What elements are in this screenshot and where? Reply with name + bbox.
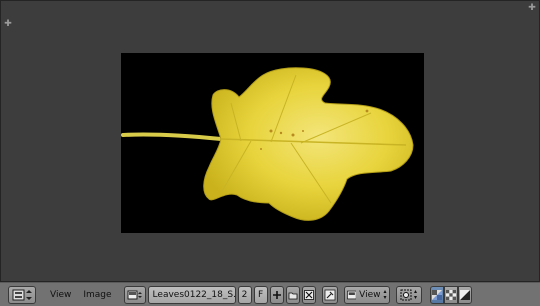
- folder-icon: [288, 292, 297, 299]
- chevron-updown-icon: ▴ ▾: [383, 287, 387, 301]
- image-users-count[interactable]: 2: [237, 285, 252, 304]
- pin-button[interactable]: [321, 285, 338, 304]
- rgb-alpha-icon: [431, 289, 442, 300]
- pin-icon: [324, 289, 335, 300]
- menu-view[interactable]: View: [44, 290, 77, 300]
- view-mode-dropdown[interactable]: View ▴ ▾: [343, 285, 390, 304]
- area-split-plus-icon[interactable]: ✚: [3, 19, 13, 29]
- chevron-updown-icon: ▴ ▾: [414, 287, 418, 301]
- editor-type-button[interactable]: [8, 285, 36, 304]
- draw-alpha-button[interactable]: [443, 285, 458, 304]
- image-name-field[interactable]: Leaves0122_18_S...: [147, 285, 236, 304]
- draw-z-buffer-button[interactable]: [457, 285, 472, 304]
- x-icon: [303, 289, 314, 300]
- draw-rgb-alpha-button[interactable]: [429, 285, 444, 304]
- plus-icon: [272, 290, 281, 299]
- unlink-image-button[interactable]: [301, 285, 316, 304]
- browse-image-button[interactable]: [123, 285, 146, 304]
- pivot-dropdown[interactable]: ▴ ▾: [395, 285, 422, 304]
- alpha-icon: [445, 289, 456, 300]
- menu-image[interactable]: Image: [77, 290, 117, 300]
- image-editor-header: View Image Leaves0122_18_S... 2 F View ▴…: [0, 282, 540, 306]
- image-browse-icon: [127, 290, 142, 299]
- image-canvas[interactable]: [121, 53, 424, 233]
- pivot-icon: [400, 289, 412, 300]
- fake-user-button[interactable]: F: [253, 285, 268, 304]
- z-buffer-icon: [459, 289, 470, 300]
- image-name: Leaves0122_18_S...: [152, 289, 236, 300]
- image-editor-area[interactable]: ✚ ✚: [0, 0, 540, 282]
- view-mode-label: View: [359, 289, 381, 300]
- view-mode-icon: [346, 290, 357, 299]
- area-split-plus-icon[interactable]: ✚: [527, 3, 537, 13]
- open-image-button[interactable]: [285, 285, 300, 304]
- new-image-button[interactable]: [269, 285, 284, 304]
- image-editor-icon: [12, 289, 32, 300]
- leaf-image: [121, 67, 414, 221]
